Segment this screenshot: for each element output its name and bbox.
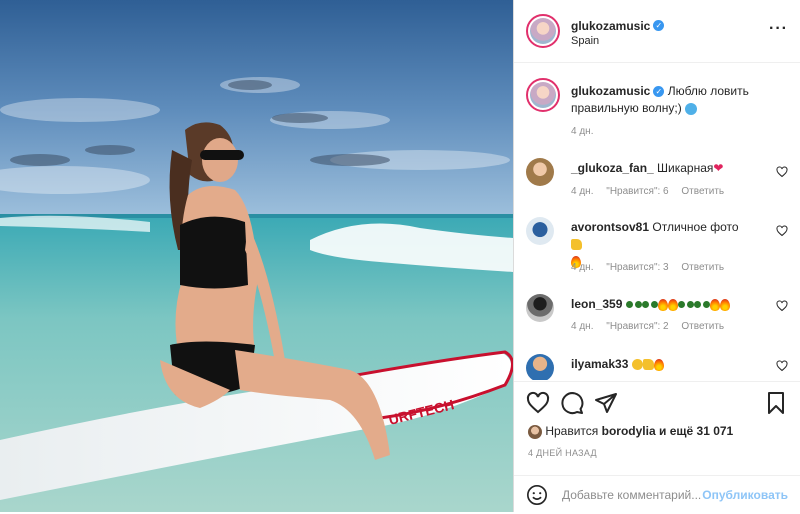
fire-emoji-icon	[709, 298, 720, 311]
author-avatar[interactable]	[526, 14, 560, 48]
thumbs-up-emoji-icon	[571, 239, 582, 251]
comment-likes[interactable]: "Нравится": 6	[606, 186, 668, 197]
sunglasses-emoji-icon	[625, 300, 642, 309]
instagram-post: URFTECH glukozamusic ✓ Spain ··· glukoza…	[0, 0, 800, 513]
share-icon[interactable]	[594, 391, 618, 415]
comment-avatar[interactable]	[526, 158, 554, 186]
comment-text: Шикарная	[657, 161, 714, 175]
fire-emoji-icon	[657, 298, 668, 311]
reply-button[interactable]: Ответить	[681, 262, 724, 273]
comment-item: avorontsov81 Отличное фото 4 дн. "Нравит…	[526, 215, 788, 273]
smile-icon[interactable]	[526, 484, 548, 506]
beach-photo: URFTECH	[0, 0, 513, 512]
comment-meta: 4 дн. "Нравится": 3 Ответить	[571, 262, 734, 273]
publish-button[interactable]: Опубликовать	[702, 488, 788, 502]
comment-text: Отличное фото	[652, 220, 739, 234]
comment-item: _glukoza_fan_ Шикарная❤ 4 дн. "Нравится"…	[526, 156, 788, 208]
heart-icon[interactable]	[526, 391, 550, 415]
comment-time: 4 дн.	[571, 262, 594, 273]
posted-date: 4 ДНЕЙ НАЗАД	[528, 448, 597, 458]
verified-badge-icon: ✓	[653, 86, 665, 98]
like-comment-heart-icon[interactable]	[776, 300, 788, 312]
comment-time: 4 дн.	[571, 186, 594, 197]
comment-likes[interactable]: "Нравится": 3	[606, 262, 668, 273]
caption-time: 4 дн.	[571, 126, 594, 137]
comment-time: 4 дн.	[571, 321, 594, 332]
like-comment-heart-icon[interactable]	[776, 166, 788, 178]
smile-emoji-icon	[631, 359, 643, 371]
comment-body: _glukoza_fan_ Шикарная❤	[571, 160, 746, 177]
like-comment-heart-icon[interactable]	[776, 360, 788, 372]
comment-username[interactable]: ilyamak33	[571, 357, 628, 371]
author-line: glukozamusic ✓	[571, 17, 665, 35]
comment-username[interactable]: leon_359	[571, 297, 622, 311]
caption-text-block: glukozamusic ✓ Люблю ловить правильную во…	[571, 83, 771, 117]
wave-emoji-icon	[685, 102, 698, 115]
heart-emoji-icon: ❤	[713, 161, 724, 175]
post-header: glukozamusic ✓ Spain ···	[514, 0, 800, 63]
verified-badge-icon: ✓	[653, 20, 665, 32]
comment-avatar[interactable]	[526, 354, 554, 380]
caption-avatar[interactable]	[526, 78, 560, 112]
likes-prefix: Нравится	[545, 424, 599, 438]
post-actions: Нравится borodylia и ещё 31 071 4 ДНЕЙ Н…	[514, 381, 800, 513]
comment-meta: 4 дн. "Нравится": 6 Ответить	[571, 186, 734, 197]
liker-username[interactable]: borodylia	[602, 424, 656, 438]
comment-username[interactable]: _glukoza_fan_	[571, 161, 654, 175]
fire-emoji-icon	[653, 358, 664, 371]
add-comment-bar: Добавьте комментарий... Опубликовать	[514, 475, 800, 514]
post-location[interactable]: Spain	[571, 35, 599, 47]
post-sidebar: glukozamusic ✓ Spain ··· glukozamusic ✓ Лю…	[513, 0, 800, 513]
comment-item: ilyamak33	[526, 352, 788, 380]
comment-body: leon_359	[571, 296, 746, 313]
comment-body: ilyamak33	[571, 356, 746, 373]
sunglasses-emoji-icon	[677, 300, 694, 309]
comment-icon[interactable]	[560, 391, 584, 415]
sunglasses-emoji-icon	[641, 300, 658, 309]
likes-summary: Нравится borodylia и ещё 31 071	[528, 424, 733, 439]
likes-count[interactable]: и ещё 31 071	[659, 424, 733, 438]
post-photo[interactable]: URFTECH	[0, 0, 513, 512]
author-username[interactable]: glukozamusic	[571, 19, 650, 33]
fire-emoji-icon	[719, 298, 730, 311]
comment-avatar[interactable]	[526, 294, 554, 322]
comment-meta: 4 дн. "Нравится": 2 Ответить	[571, 321, 734, 332]
comment-username[interactable]: avorontsov81	[571, 220, 649, 234]
more-options-icon[interactable]: ···	[769, 20, 788, 38]
bookmark-icon[interactable]	[764, 391, 788, 415]
comment-input[interactable]: Добавьте комментарий...	[562, 488, 701, 502]
caption-username[interactable]: glukozamusic	[571, 84, 650, 98]
comment-avatar[interactable]	[526, 217, 554, 245]
liker-avatar[interactable]	[528, 424, 542, 439]
thumbs-up-emoji-icon	[642, 359, 654, 371]
comment-likes[interactable]: "Нравится": 2	[606, 321, 668, 332]
reply-button[interactable]: Ответить	[681, 186, 724, 197]
reply-button[interactable]: Ответить	[681, 321, 724, 332]
like-comment-heart-icon[interactable]	[776, 225, 788, 237]
fire-emoji-icon	[667, 298, 678, 311]
comment-item: leon_359 4 дн. "Нравится": 2 Ответить	[526, 292, 788, 344]
sunglasses-emoji-icon	[693, 300, 710, 309]
